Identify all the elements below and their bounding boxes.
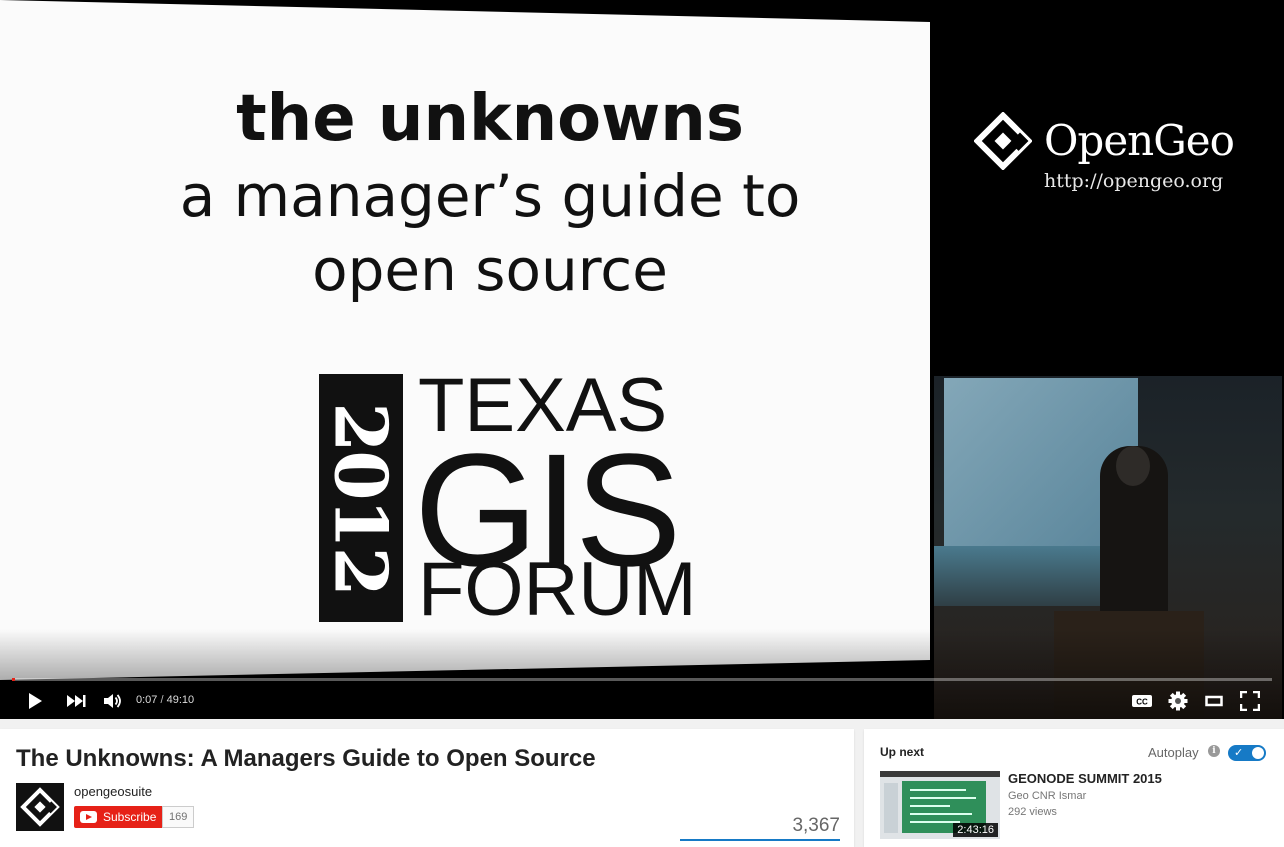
slide-title-line2: a manager’s guide to <box>179 162 801 230</box>
thumbnail-sidebar <box>884 783 898 833</box>
channel-avatar[interactable] <box>16 783 64 831</box>
check-icon: ✓ <box>1234 747 1244 759</box>
skip-next-icon <box>67 695 86 707</box>
captions-icon: CC <box>1132 695 1152 707</box>
forum-word-forum: FORUM <box>418 547 697 632</box>
opengeo-logo-icon <box>20 787 60 827</box>
fullscreen-button[interactable] <box>1238 688 1262 714</box>
play-icon <box>29 693 42 709</box>
up-next-thumbnail[interactable]: 2:43:16 <box>880 771 1000 839</box>
play-button[interactable] <box>24 688 46 714</box>
thumbnail-text-line <box>910 813 972 815</box>
autoplay-label: Autoplay <box>1148 745 1199 760</box>
slide-title-line1: the unknowns <box>236 82 744 156</box>
volume-icon <box>104 694 121 708</box>
thumbnail-text-line <box>910 805 950 807</box>
thumbnail-text-line <box>910 797 976 799</box>
theater-mode-button[interactable] <box>1202 688 1226 714</box>
youtube-logo-icon <box>80 811 97 823</box>
toggle-knob <box>1252 747 1264 759</box>
progress-bar[interactable] <box>12 678 1272 681</box>
slide-title-line3: open source <box>312 236 668 304</box>
opengeo-logo-icon <box>974 112 1032 170</box>
subscriber-count: 169 <box>162 806 195 828</box>
view-count-underline <box>680 839 840 841</box>
video-player[interactable]: the unknowns a manager’s guide to open s… <box>0 0 1284 719</box>
video-duration-badge: 2:43:16 <box>953 823 998 837</box>
presentation-slide: the unknowns a manager’s guide to open s… <box>0 0 930 680</box>
settings-button[interactable] <box>1166 688 1190 714</box>
thumbnail-browser-bar <box>880 771 1000 777</box>
subscribe-label: Subscribe <box>103 810 157 824</box>
forum-year-text: 2012 <box>318 401 404 595</box>
up-next-video-title[interactable]: GEONODE SUMMIT 2015 <box>1008 771 1162 786</box>
captions-label: CC <box>1136 698 1148 707</box>
gear-icon <box>1168 691 1188 711</box>
up-next-panel: Up next Autoplay i ✓ 2:43:16 GEONODE SUM… <box>864 729 1284 847</box>
time-total: 49:10 <box>166 694 195 706</box>
time-display: 0:07 / 49:10 <box>136 694 194 706</box>
time-separator: / <box>157 694 167 706</box>
forum-year-badge: 2012 <box>318 374 404 622</box>
captions-button[interactable]: CC <box>1130 688 1154 714</box>
thumbnail-text-line <box>910 789 966 791</box>
next-video-button[interactable] <box>64 688 88 714</box>
fullscreen-icon <box>1240 691 1260 711</box>
speaker-head <box>1116 446 1150 486</box>
info-glyph: i <box>1212 746 1216 756</box>
channel-name-link[interactable]: opengeosuite <box>74 784 152 799</box>
subscribe-button[interactable]: Subscribe <box>74 806 162 828</box>
theater-mode-icon <box>1205 695 1223 707</box>
view-count: 3,367 <box>792 815 840 836</box>
opengeo-brand-url: http://opengeo.org <box>1044 170 1224 192</box>
video-info-card: The Unknowns: A Managers Guide to Open S… <box>0 729 854 847</box>
up-next-view-count: 292 views <box>1008 806 1057 818</box>
video-frame[interactable]: the unknowns a manager’s guide to open s… <box>0 0 1284 719</box>
info-icon[interactable]: i <box>1208 745 1220 757</box>
volume-button[interactable] <box>102 688 124 714</box>
up-next-channel-name: Geo CNR Ismar <box>1008 790 1087 802</box>
time-current: 0:07 <box>136 694 158 706</box>
opengeo-brand-name: OpenGeo <box>1044 116 1235 165</box>
progress-bar-played <box>12 678 15 681</box>
autoplay-toggle[interactable]: ✓ <box>1228 745 1266 761</box>
up-next-heading: Up next <box>880 745 925 759</box>
video-title: The Unknowns: A Managers Guide to Open S… <box>16 745 596 772</box>
